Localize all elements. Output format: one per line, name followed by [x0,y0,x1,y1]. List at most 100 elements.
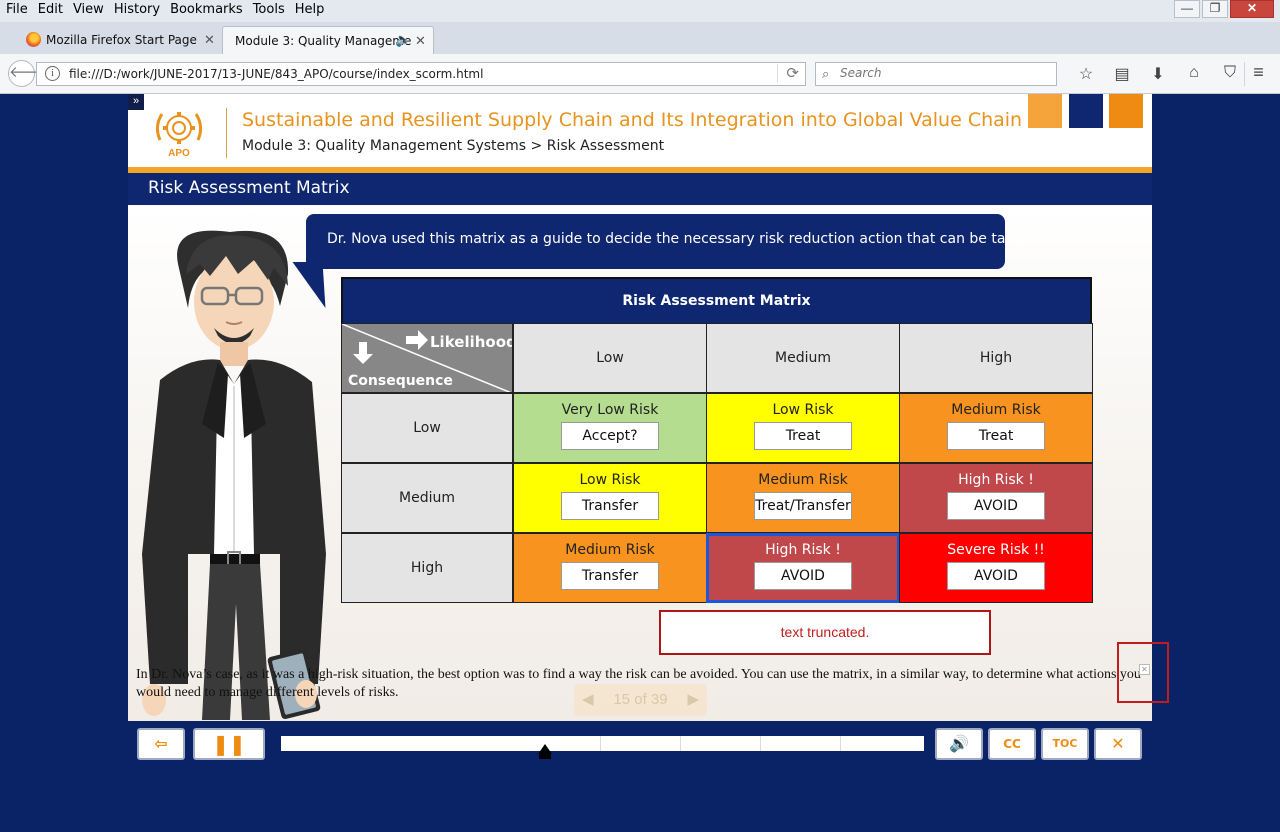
matrix-cell-highlighted: High Risk ! AVOID [706,533,900,603]
section-title: Risk Assessment Matrix [148,178,350,198]
progress-handle[interactable] [537,744,552,759]
volume-button[interactable]: 🔊 [935,728,983,760]
narration-caption: In Dr. Nova’s case, as it was a high-ris… [136,667,1141,700]
risk-level: Low Risk [772,402,834,418]
risk-level: Very Low Risk [561,402,659,418]
risk-action: Treat [947,422,1045,450]
col-header-high: High [899,323,1093,393]
menu-file[interactable]: File [6,2,28,17]
menu-view[interactable]: View [73,2,104,17]
text-truncated-notice: text truncated. [659,610,991,655]
matrix-cell: Medium Risk Transfer [513,533,707,603]
progress-tick [840,736,841,751]
row-header-low: Low [341,393,513,463]
pocket-icon[interactable]: ⛉ [1212,64,1248,84]
risk-level: Medium Risk [758,472,848,488]
toc-button[interactable]: TOC [1041,728,1089,760]
risk-level: Medium Risk [951,402,1041,418]
decor-square [1109,94,1143,128]
matrix-cell: Very Low Risk Accept? [513,393,707,463]
home-icon[interactable]: ⌂ [1176,64,1212,84]
menu-icon[interactable]: ≡ [1244,62,1272,86]
progress-bar[interactable] [281,736,924,759]
minimize-button[interactable]: — [1174,0,1200,18]
tab-module-3[interactable]: Module 3: Quality Manageme 🔈 ✕ [222,26,434,54]
menu-history[interactable]: History [114,2,160,17]
row-header-medium: Medium [341,463,513,533]
arrow-down-icon [353,342,373,364]
back-button[interactable]: 🡐 [8,60,49,87]
matrix-corner: Likelihood Consequence [341,323,513,393]
risk-action: AVOID [947,492,1045,520]
decor-square [1069,94,1103,128]
progress-tick [600,736,601,751]
menu-tools[interactable]: Tools [253,2,285,17]
search-input[interactable] [840,66,1040,80]
firefox-icon [26,32,41,47]
caption-close-box[interactable]: ✕ [1117,642,1169,703]
speaker-icon[interactable]: 🔈 [395,33,411,48]
risk-action: Treat/Transfer [754,492,852,520]
menu-bookmarks[interactable]: Bookmarks [170,2,243,17]
col-header-medium: Medium [706,323,900,393]
matrix-cell: Medium Risk Treat [899,393,1093,463]
header-divider [226,108,227,158]
logo-text: APO [168,148,190,159]
window-titlebar: File Edit View History Bookmarks Tools H… [0,0,1280,22]
tab-label: Mozilla Firefox Start Page [46,33,197,47]
close-course-button[interactable]: ✕ [1094,728,1142,760]
decor-square [1028,94,1062,128]
star-icon[interactable]: ☆ [1068,64,1104,84]
maximize-button[interactable]: ❐ [1202,0,1228,18]
menu-edit[interactable]: Edit [38,2,63,17]
matrix-cell: Low Risk Transfer [513,463,707,533]
matrix-title: Risk Assessment Matrix [341,277,1092,323]
arrow-right-icon [406,330,428,350]
menu-help[interactable]: Help [295,2,325,17]
menu-bar: File Edit View History Bookmarks Tools H… [6,2,334,17]
likelihood-label: Likelihood [430,333,513,351]
risk-level: Severe Risk !! [947,542,1045,558]
matrix-cell: High Risk ! AVOID [899,463,1093,533]
navigation-toolbar: 🡐 i file:///D:/work/JUNE-2017/13-JUNE/84… [0,54,1280,94]
course-title: Sustainable and Resilient Supply Chain a… [242,109,1023,131]
close-tab-icon[interactable]: ✕ [415,34,426,49]
window-controls: — ❐ ✕ [1172,0,1274,18]
download-icon[interactable]: ⬇ [1140,64,1176,84]
speech-bubble-text: Dr. Nova used this matrix as a guide to … [327,231,1035,247]
reading-list-icon[interactable]: ▤ [1104,64,1140,84]
risk-level: Medium Risk [565,542,655,558]
tab-bar: Mozilla Firefox Start Page ✕ Module 3: Q… [0,22,1280,70]
toolbar-icons: ☆ ▤ ⬇ ⌂ ⛉ [1068,64,1248,84]
exit-button[interactable]: ⇦ [137,728,185,760]
matrix-cell: Severe Risk !! AVOID [899,533,1093,603]
reload-icon[interactable]: ⟳ [777,64,799,82]
pause-button[interactable]: ❚❚ [193,728,265,760]
risk-action: Transfer [561,492,659,520]
risk-action: AVOID [754,562,852,590]
matrix-cell: Low Risk Treat [706,393,900,463]
apo-logo: APO [155,112,203,159]
row-header-high: High [341,533,513,603]
info-icon[interactable]: i [45,66,60,81]
progress-tick [760,736,761,751]
risk-level: High Risk ! [958,472,1034,488]
expand-menu-icon[interactable]: » [128,94,144,110]
risk-action: AVOID [947,562,1045,590]
closed-captions-button[interactable]: CC [988,728,1036,760]
close-icon[interactable]: ✕ [1139,664,1150,675]
consequence-label: Consequence [348,373,453,389]
search-box[interactable]: ⌕ [815,62,1057,86]
course-page: » APO Sustainable and Resilient Supply C… [128,94,1152,721]
search-icon: ⌕ [822,66,830,81]
close-window-button[interactable]: ✕ [1230,0,1274,18]
risk-level: High Risk ! [765,542,841,558]
risk-action: Treat [754,422,852,450]
close-tab-icon[interactable]: ✕ [204,33,215,48]
matrix-cell: Medium Risk Treat/Transfer [706,463,900,533]
tab-firefox-start[interactable]: Mozilla Firefox Start Page ✕ [14,26,224,54]
risk-action: Accept? [561,422,659,450]
url-text[interactable]: file:///D:/work/JUNE-2017/13-JUNE/843_AP… [69,67,483,81]
url-bar[interactable]: i file:///D:/work/JUNE-2017/13-JUNE/843_… [36,62,806,86]
progress-tick [680,736,681,751]
